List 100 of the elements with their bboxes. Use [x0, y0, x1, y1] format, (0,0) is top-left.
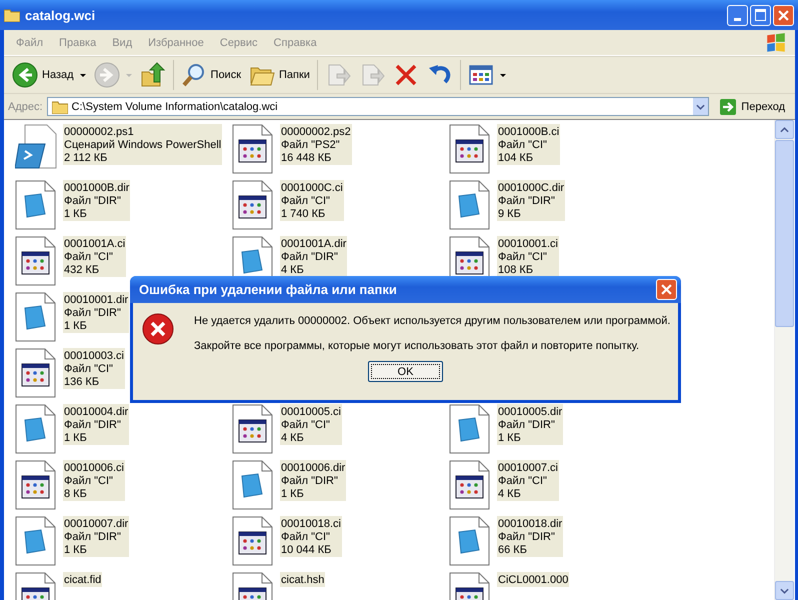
file-size: 4 КБ: [281, 264, 305, 277]
file-type: Файл "CI": [64, 475, 114, 488]
file-size: 1 КБ: [64, 544, 88, 557]
file-tile[interactable]: 0001000C.dir Файл "DIR" 9 КБ: [449, 180, 666, 236]
file-tile[interactable]: 0001000B.dir Файл "DIR" 1 КБ: [15, 180, 232, 236]
file-tile[interactable]: 00010007.ci Файл "CI" 4 КБ: [449, 460, 666, 516]
file-name: 00010001.ci: [498, 238, 558, 251]
file-name: 0001001A.ci: [64, 238, 126, 251]
app-window-file-icon: [232, 404, 274, 454]
file-name: CiCL0001.000: [498, 574, 568, 587]
file-size: 4 КБ: [498, 488, 522, 501]
maximize-button[interactable]: [750, 4, 771, 26]
file-name: 0001000B.dir: [64, 182, 130, 195]
image-page-file-icon: [232, 460, 274, 510]
folders-button[interactable]: Папки: [245, 59, 314, 91]
file-tile[interactable]: 00010006.dir Файл "DIR" 1 КБ: [232, 460, 449, 516]
file-size: 1 740 КБ: [281, 208, 326, 221]
file-type: Файл "CI": [281, 195, 331, 208]
file-name: 00010005.dir: [498, 406, 562, 419]
error-message: Не удается удалить 00000002. Объект используется другим пользователем или программой.: [194, 315, 670, 327]
file-size: 108 КБ: [498, 264, 534, 277]
file-type: Файл "CI": [498, 251, 548, 264]
file-type: Файл "CI": [281, 419, 331, 432]
file-name: 0001001A.dir: [281, 238, 346, 251]
close-button[interactable]: [656, 279, 677, 300]
file-size: 66 КБ: [498, 544, 528, 557]
window-title: catalog.wci: [25, 8, 96, 22]
image-page-file-icon: [15, 516, 57, 566]
folder-icon: [4, 8, 20, 22]
file-size: 104 КБ: [498, 152, 534, 165]
app-window-file-icon: [15, 236, 57, 286]
chevron-down-icon: [780, 588, 789, 594]
file-name: 0001000C.dir: [498, 182, 564, 195]
app-window-file-icon: [232, 124, 274, 174]
file-tile[interactable]: 00010018.dir Файл "DIR" 66 КБ: [449, 516, 666, 572]
file-type: Файл "DIR": [64, 195, 122, 208]
file-tile[interactable]: 00010004.dir Файл "DIR" 1 КБ: [15, 404, 232, 460]
go-button[interactable]: Переход: [713, 98, 791, 116]
app-window-file-icon: [449, 124, 491, 174]
file-name: 00010003.ci: [64, 350, 124, 363]
address-field[interactable]: C:\System Volume Information\catalog.wci: [46, 97, 710, 116]
dialog-title: Ошибка при удалении файла или папки: [139, 282, 397, 297]
image-page-file-icon: [15, 404, 57, 454]
file-type: Файл "DIR": [498, 531, 556, 544]
file-type: Файл "DIR": [64, 307, 122, 320]
file-name: 00000002.ps2: [281, 126, 351, 139]
file-tile[interactable]: CiCL0001.000: [449, 572, 666, 600]
file-name: 00000002.ps1: [64, 126, 135, 139]
file-name: 00010018.ci: [281, 518, 341, 531]
file-size: 432 КБ: [64, 264, 100, 277]
file-size: 1 КБ: [64, 320, 88, 333]
file-type: Файл "DIR": [281, 251, 339, 264]
file-name: 0001000C.ci: [281, 182, 343, 195]
file-tile[interactable]: 0001000C.ci Файл "CI" 1 740 КБ: [232, 180, 449, 236]
file-name: 00010006.ci: [64, 462, 124, 475]
app-window-file-icon: [15, 460, 57, 510]
file-name: 00010004.dir: [64, 406, 128, 419]
address-label: Адрес:: [8, 100, 43, 112]
file-name: 00010018.dir: [498, 518, 562, 531]
chevron-down-icon: [696, 104, 706, 110]
image-page-file-icon: [15, 180, 57, 230]
file-type: Сценарий Windows PowerShell: [64, 139, 222, 152]
file-type: Файл "CI": [64, 363, 114, 376]
file-type: Файл "PS2": [281, 139, 341, 152]
vertical-scrollbar[interactable]: [774, 120, 794, 600]
file-tile[interactable]: 00000002.ps2 Файл "PS2" 16 448 КБ: [232, 124, 449, 180]
file-name: 00010001.dir: [64, 294, 128, 307]
file-tile[interactable]: 00010007.dir Файл "DIR" 1 КБ: [15, 516, 232, 572]
file-name: 00010007.ci: [498, 462, 558, 475]
file-tile[interactable]: 00010005.dir Файл "DIR" 1 КБ: [449, 404, 666, 460]
dropdown-button[interactable]: [693, 98, 708, 115]
file-type: Файл "DIR": [64, 419, 122, 432]
file-tile[interactable]: cicat.fid: [15, 572, 232, 600]
search-button[interactable]: Поиск: [176, 59, 246, 91]
file-type: Файл "CI": [498, 139, 548, 152]
file-size: 10 044 КБ: [281, 544, 332, 557]
file-tile[interactable]: 0001000B.ci Файл "CI" 104 КБ: [449, 124, 666, 180]
file-name: cicat.fid: [64, 574, 102, 587]
back-button[interactable]: Назад: [8, 59, 90, 91]
file-size: 1 КБ: [64, 432, 88, 445]
file-tile[interactable]: 00010006.ci Файл "CI" 8 КБ: [15, 460, 232, 516]
minimize-button[interactable]: [727, 4, 748, 26]
file-size: 1 КБ: [64, 208, 88, 221]
windows-flag-icon: [765, 32, 787, 54]
error-hint: Закройте все программы, которые могут использовать этот файл и повторите попытку.: [194, 340, 640, 352]
close-button[interactable]: [773, 4, 794, 26]
file-size: 9 КБ: [498, 208, 522, 221]
file-name: 00010007.dir: [64, 518, 128, 531]
file-size: 16 448 КБ: [281, 152, 332, 165]
app-window-file-icon: [15, 348, 57, 398]
file-tile[interactable]: 00010005.ci Файл "CI" 4 КБ: [232, 404, 449, 460]
file-tile[interactable]: 00010018.ci Файл "CI" 10 044 КБ: [232, 516, 449, 572]
file-type: Файл "DIR": [64, 531, 122, 544]
folder-icon: [52, 100, 68, 114]
file-size: 8 КБ: [64, 488, 88, 501]
close-icon: [661, 284, 672, 295]
file-tile[interactable]: cicat.hsh: [232, 572, 449, 600]
app-window-file-icon: [232, 180, 274, 230]
ok-button[interactable]: OK: [368, 361, 443, 382]
close-icon: [778, 10, 789, 20]
